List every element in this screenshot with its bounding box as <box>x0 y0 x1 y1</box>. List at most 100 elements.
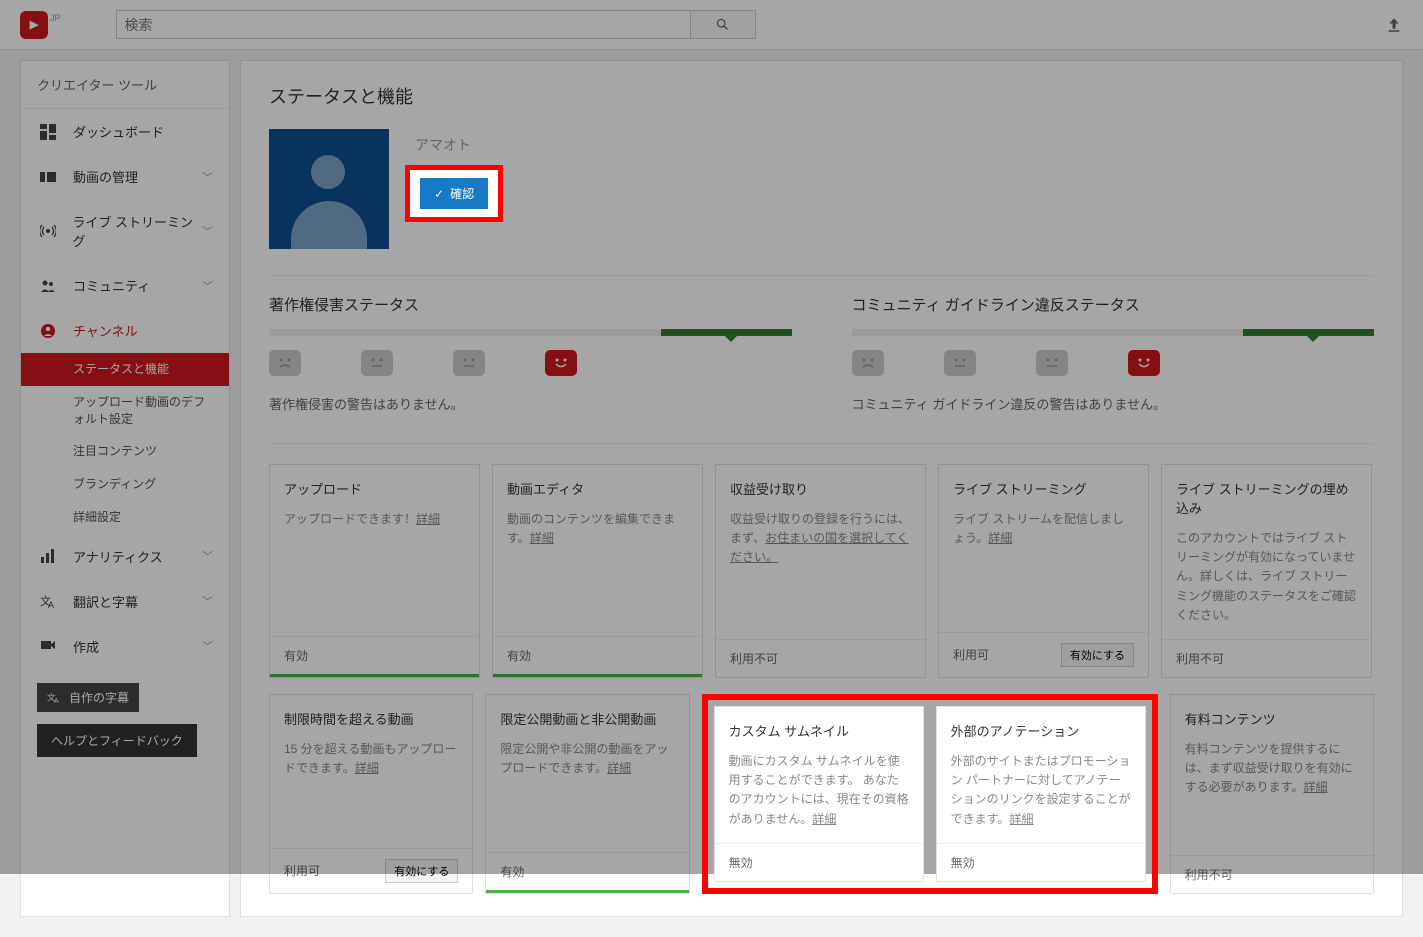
feature-footer: 有効 <box>486 852 688 893</box>
feature-title: 収益受け取り <box>730 479 911 498</box>
feature-status: 無効 <box>951 854 975 871</box>
sidebar: クリエイター ツール ダッシュボード 動画の管理 ﹀ ライブ ストリーミング ﹀… <box>20 60 230 917</box>
feature-link[interactable]: 詳細 <box>607 761 631 775</box>
sidebar-item-label: ライブ ストリーミング <box>72 212 202 250</box>
verify-button[interactable]: ✓ 確認 <box>420 178 488 209</box>
sub-advanced[interactable]: 詳細設定 <box>21 501 229 534</box>
face-neutral-icon <box>453 350 485 376</box>
feature-link[interactable]: 詳細 <box>812 812 836 826</box>
community-icon <box>37 278 59 294</box>
sidebar-item-live[interactable]: ライブ ストリーミング ﹀ <box>21 199 229 263</box>
feature-title: 有料コンテンツ <box>1185 709 1359 728</box>
enable-button[interactable]: 有効にする <box>385 859 458 883</box>
feature-link[interactable]: 詳細 <box>988 531 1012 545</box>
sidebar-item-analytics[interactable]: アナリティクス ﹀ <box>21 534 229 579</box>
sidebar-item-videos[interactable]: 動画の管理 ﹀ <box>21 154 229 199</box>
own-subtitles-chip[interactable]: 文A 自作の字幕 <box>37 683 139 712</box>
community-msg: コミュニティ ガイドライン違反の警告はありません。 <box>852 394 1375 413</box>
feature-link[interactable]: 詳細 <box>1009 812 1033 826</box>
sidebar-item-translate[interactable]: 文A 翻訳と字幕 ﹀ <box>21 579 229 624</box>
feature-link[interactable]: 詳細 <box>1303 780 1327 794</box>
sub-featured[interactable]: 注目コンテンツ <box>21 435 229 468</box>
page-title: ステータスと機能 <box>269 83 1374 109</box>
feature-footer: 有効 <box>270 636 479 677</box>
feature-link[interactable]: お住まいの国を選択してください。 <box>730 531 908 564</box>
divider <box>269 275 1374 276</box>
check-icon: ✓ <box>434 187 444 201</box>
status-bar <box>269 329 792 336</box>
feature-card: 収益受け取り収益受け取りの登録を行うには、まず、お住まいの国を選択してください。… <box>715 464 926 678</box>
feature-title: 限定公開動画と非公開動画 <box>500 709 674 728</box>
sidebar-item-create[interactable]: 作成 ﹀ <box>21 624 229 669</box>
feature-status: 利用不可 <box>730 650 778 667</box>
sub-upload-defaults[interactable]: アップロード動画のデフォルト設定 <box>21 386 229 436</box>
feature-card: 外部のアノテーション外部のサイトまたはプロモーション パートナーに対してアノテー… <box>936 706 1146 882</box>
search-input[interactable] <box>116 10 691 39</box>
face-neutral-icon <box>944 350 976 376</box>
feature-card: 制限時間を超える動画 15 分を超える動画もアップロードできます。詳細利用可 有効に… <box>269 694 473 894</box>
feature-status: 利用可 <box>284 862 320 879</box>
sidebar-item-channel[interactable]: チャンネル <box>21 308 229 353</box>
feature-desc: 15 分を超える動画もアップロードできます。詳細 <box>284 740 458 778</box>
status-faces <box>852 350 1375 376</box>
help-feedback-button[interactable]: ヘルプとフィードバック <box>37 724 197 757</box>
header: ▶ JP <box>0 0 1423 50</box>
feature-card: ライブ ストリーミングの埋め込みこのアカウントではライブ ストリーミングが有効に… <box>1161 464 1372 678</box>
sidebar-item-community[interactable]: コミュニティ ﹀ <box>21 263 229 308</box>
feature-title: 制限時間を超える動画 <box>284 709 458 728</box>
face-happy-icon <box>1128 350 1160 376</box>
sidebar-item-label: ダッシュボード <box>73 122 164 141</box>
feature-status: 利用不可 <box>1176 650 1224 667</box>
chevron-down-icon: ﹀ <box>202 169 213 185</box>
status-faces <box>269 350 792 376</box>
enable-button[interactable]: 有効にする <box>1061 643 1134 667</box>
feature-footer: 利用不可 <box>716 639 925 677</box>
feature-title: ライブ ストリーミング <box>953 479 1134 498</box>
live-icon <box>37 223 58 239</box>
community-title: コミュニティ ガイドライン違反ステータス <box>852 294 1375 315</box>
feature-desc: このアカウントではライブ ストリーミングが有効になっていません。詳しくは、ライブ… <box>1176 529 1357 625</box>
feature-card: 限定公開動画と非公開動画限定公開や非公開の動画をアップロードできます。詳細有効 <box>485 694 689 894</box>
sub-branding[interactable]: ブランディング <box>21 468 229 501</box>
feature-desc: 動画にカスタム サムネイルを使用することができます。 あなたのアカウントには、現… <box>729 752 909 829</box>
sidebar-item-dashboard[interactable]: ダッシュボード <box>21 109 229 154</box>
dashboard-icon <box>37 124 59 140</box>
feature-desc: アップロードできます！詳細 <box>284 510 465 529</box>
copyright-msg: 著作権侵害の警告はありません。 <box>269 394 792 413</box>
sidebar-item-label: コミュニティ <box>73 276 150 295</box>
feature-status: 利用不可 <box>1185 866 1233 883</box>
sidebar-item-label: 作成 <box>73 637 99 656</box>
feature-link[interactable]: 詳細 <box>530 531 554 545</box>
search-button[interactable] <box>691 10 756 39</box>
svg-text:A: A <box>54 698 59 704</box>
translate-icon: 文A <box>47 690 61 704</box>
feature-footer: 利用可有効にする <box>939 632 1148 677</box>
search-icon <box>715 17 730 32</box>
feature-desc: 有料コンテンツを提供するには、まず収益受け取りを有効にする必要があります。詳細 <box>1185 740 1359 798</box>
upload-icon[interactable] <box>1385 16 1403 34</box>
feature-footer: 利用不可 <box>1162 639 1371 677</box>
callout-highlight: カスタム サムネイル動画にカスタム サムネイルを使用することができます。 あなた… <box>702 694 1158 894</box>
own-subtitles-label: 自作の字幕 <box>69 689 129 706</box>
chevron-down-icon: ﹀ <box>202 593 213 609</box>
face-happy-icon <box>545 350 577 376</box>
feature-title: アップロード <box>284 479 465 498</box>
verify-label: 確認 <box>450 185 474 202</box>
features-row-2: 制限時間を超える動画 15 分を超える動画もアップロードできます。詳細利用可 有効に… <box>269 694 1374 894</box>
divider <box>269 443 1374 444</box>
feature-card: 動画エディタ動画のコンテンツを編集できます。詳細有効 <box>492 464 703 678</box>
feature-desc: 収益受け取りの登録を行うには、まず、お住まいの国を選択してください。 <box>730 510 911 568</box>
feature-link[interactable]: 詳細 <box>355 761 379 775</box>
create-icon <box>37 638 59 654</box>
country-code: JP <box>50 13 61 23</box>
face-sad-icon <box>852 350 884 376</box>
feature-card: 有料コンテンツ有料コンテンツを提供するには、まず収益受け取りを有効にする必要があ… <box>1170 694 1374 894</box>
feature-title: ライブ ストリーミングの埋め込み <box>1176 479 1357 517</box>
main-content: ステータスと機能 アマオト ✓ 確認 著作権侵害ステータス <box>240 60 1403 917</box>
feature-link[interactable]: 詳細 <box>416 512 440 526</box>
feature-title: カスタム サムネイル <box>729 721 909 740</box>
sub-status[interactable]: ステータスと機能 <box>21 353 229 386</box>
feature-status: 有効 <box>284 647 308 664</box>
chevron-down-icon: ﹀ <box>202 223 213 239</box>
logo[interactable]: ▶ <box>20 11 48 39</box>
